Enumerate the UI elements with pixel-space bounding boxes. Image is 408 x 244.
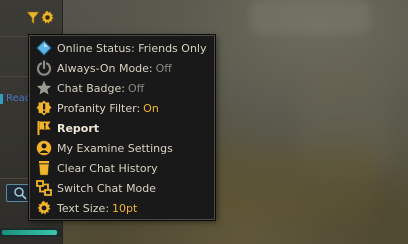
warning-icon xyxy=(36,100,52,116)
menu-item-switch-chat-mode[interactable]: Switch Chat Mode xyxy=(30,178,214,198)
chat-indicator xyxy=(0,94,3,104)
chat-tab-fragment[interactable]: Read xyxy=(6,93,31,104)
report-flag-icon xyxy=(36,120,52,136)
menu-item-label: Online Status: Friends Only xyxy=(57,41,207,55)
user-icon xyxy=(36,140,52,156)
filter-icon[interactable] xyxy=(27,11,39,25)
chat-options-menu: Online Status: Friends Only Always-On Mo… xyxy=(29,35,215,220)
menu-item-report[interactable]: Report xyxy=(30,118,214,138)
menu-item-value: Off xyxy=(127,81,145,95)
menu-item-label: My Examine Settings xyxy=(57,141,173,155)
chat-header-icons xyxy=(27,10,55,25)
gear-icon xyxy=(36,200,52,216)
menu-item-text-size[interactable]: Text Size: 10pt xyxy=(30,198,214,218)
diamond-icon xyxy=(36,40,52,56)
menu-item-label: Switch Chat Mode xyxy=(57,181,157,195)
menu-item-value: Off xyxy=(155,61,172,75)
menu-item-label: Chat Badge: xyxy=(57,81,125,95)
scrollbar[interactable] xyxy=(2,230,57,235)
menu-item-online-status[interactable]: Online Status: Friends Only xyxy=(30,38,214,58)
trash-icon xyxy=(36,160,52,176)
menu-item-label: Clear Chat History xyxy=(57,161,158,175)
menu-item-clear-chat-history[interactable]: Clear Chat History xyxy=(30,158,214,178)
menu-item-value: 10pt xyxy=(112,201,138,215)
background-shape xyxy=(210,150,380,220)
power-icon xyxy=(36,60,52,76)
menu-item-label: Report xyxy=(57,121,100,135)
game-viewport: Read Online Status: Friends Only Always-… xyxy=(0,0,408,244)
gear-icon[interactable] xyxy=(40,10,55,25)
menu-item-value: On xyxy=(143,101,159,115)
menu-item-label: Profanity Filter: xyxy=(57,101,141,115)
menu-item-label: Always-On Mode: xyxy=(57,61,153,75)
menu-item-always-on-mode[interactable]: Always-On Mode: Off xyxy=(30,58,214,78)
switch-icon xyxy=(36,180,52,196)
menu-item-profanity-filter[interactable]: Profanity Filter: On xyxy=(30,98,214,118)
background-shape xyxy=(250,0,370,34)
menu-item-chat-badge[interactable]: Chat Badge: Off xyxy=(30,78,214,98)
menu-item-label: Text Size: xyxy=(57,201,110,215)
search-icon xyxy=(14,187,27,200)
star-icon xyxy=(36,80,52,96)
menu-item-my-examine-settings[interactable]: My Examine Settings xyxy=(30,138,214,158)
